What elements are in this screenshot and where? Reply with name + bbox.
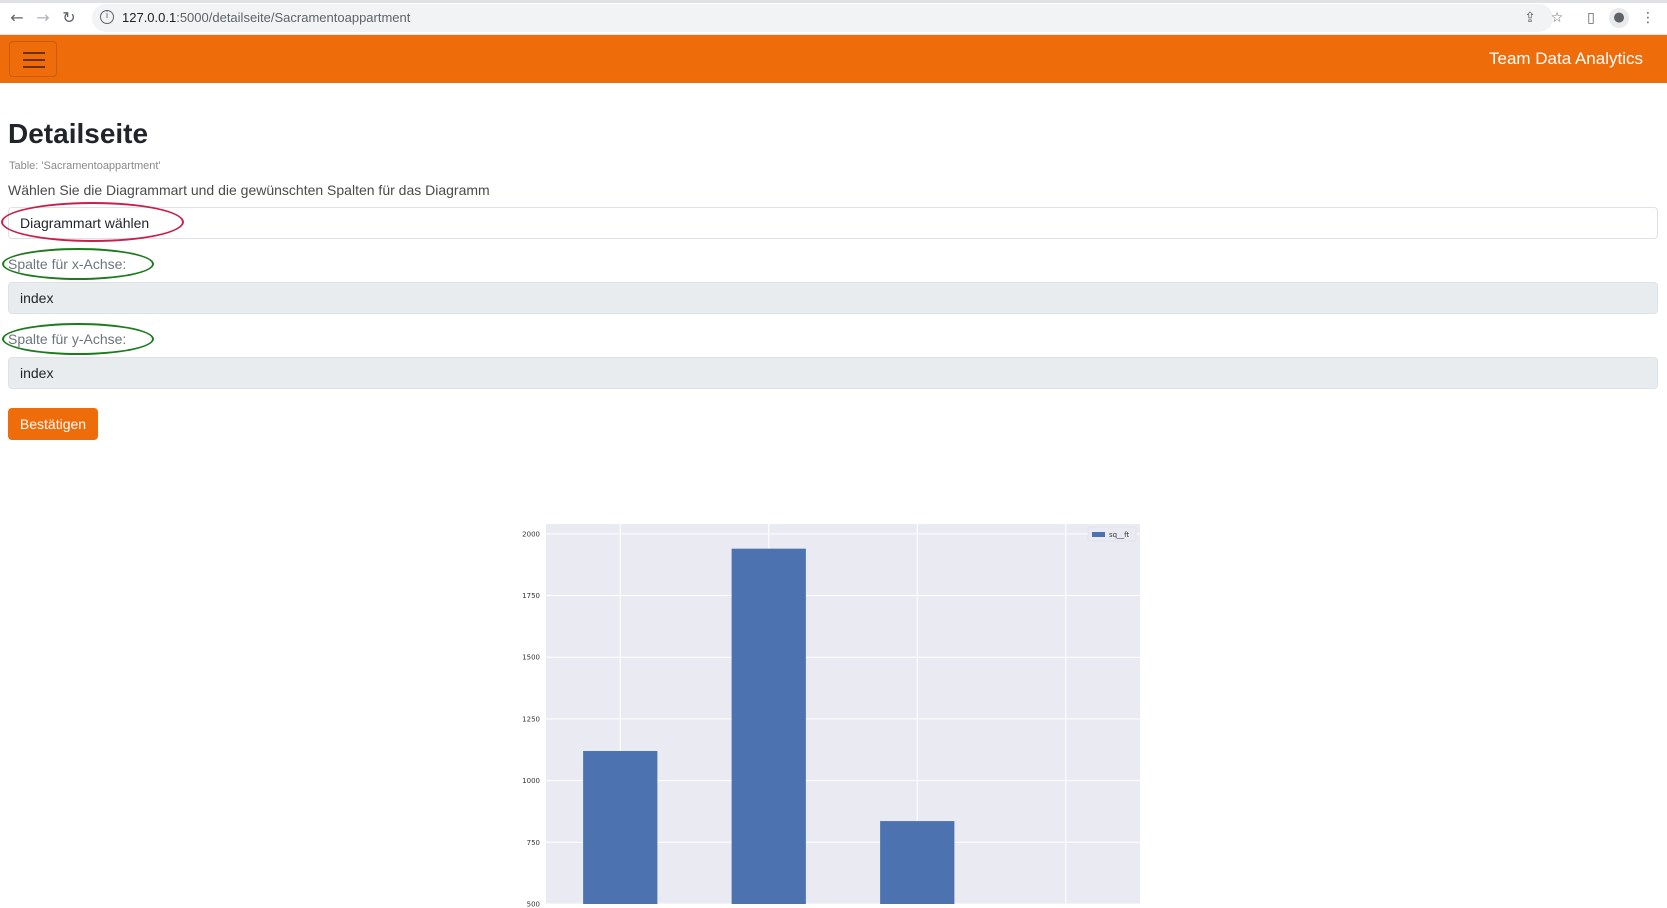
hamburger-line-icon (23, 52, 45, 54)
menu-kebab-icon[interactable]: ⋮ (1639, 9, 1657, 27)
bar (732, 549, 806, 904)
back-arrow-icon[interactable]: ← (7, 8, 27, 28)
tab-strip-edge (0, 0, 1667, 3)
top-navbar: Team Data Analytics (0, 35, 1667, 83)
page-title: Detailseite (8, 118, 148, 150)
address-bar[interactable]: i 127.0.0.1:5000/detailseite/Sacramentoa… (92, 4, 1553, 32)
sidepanel-icon[interactable]: ▯ (1582, 9, 1600, 27)
chart-legend: sq__ft (1088, 527, 1136, 541)
info-icon[interactable]: i (100, 10, 114, 24)
y-axis-label: Spalte für y-Achse: (8, 331, 126, 347)
table-caption: Table: 'Sacramentoappartment' (9, 160, 161, 172)
y-tick-label: 1250 (522, 715, 540, 723)
bar-chart: 500 750 1000 1250 1500 1750 2000 sq__ft (510, 516, 1140, 908)
legend-label: sq__ft (1109, 531, 1129, 539)
bar (880, 821, 954, 904)
star-icon[interactable]: ☆ (1548, 9, 1566, 27)
y-axis-select[interactable]: index (8, 357, 1658, 389)
y-tick-label: 750 (527, 839, 540, 847)
y-tick-label: 1000 (522, 777, 540, 785)
profile-avatar-icon[interactable]: ● (1609, 8, 1629, 28)
share-icon[interactable]: ⇪ (1521, 9, 1539, 27)
x-axis-label: Spalte für x-Achse: (8, 256, 126, 272)
hamburger-line-icon (23, 59, 45, 61)
hamburger-menu-button[interactable] (9, 41, 57, 77)
forward-arrow-icon[interactable]: → (33, 8, 53, 28)
navbar-brand[interactable]: Team Data Analytics (1489, 49, 1643, 69)
confirm-button[interactable]: Bestätigen (8, 408, 98, 440)
instruction-text: Wählen Sie die Diagrammart und die gewün… (8, 182, 490, 198)
reload-icon[interactable]: ↻ (59, 8, 79, 28)
y-tick-label: 500 (527, 901, 540, 908)
browser-toolbar: ← → ↻ i 127.0.0.1:5000/detailseite/Sacra… (0, 0, 1667, 35)
legend-swatch (1092, 532, 1105, 537)
url-host: 127.0.0.1 (122, 10, 176, 25)
url-path: :5000/detailseite/Sacramentoappartment (176, 10, 410, 25)
y-tick-label: 2000 (522, 530, 540, 538)
hamburger-line-icon (23, 66, 45, 68)
y-axis-ticks: 500 750 1000 1250 1500 1750 2000 (522, 530, 540, 908)
url-text[interactable]: 127.0.0.1:5000/detailseite/Sacramentoapp… (122, 10, 410, 25)
chart-type-select[interactable]: Diagrammart wählen (8, 207, 1658, 239)
y-tick-label: 1750 (522, 592, 540, 600)
bar (583, 751, 657, 904)
x-axis-select[interactable]: index (8, 282, 1658, 314)
y-tick-label: 1500 (522, 654, 540, 662)
